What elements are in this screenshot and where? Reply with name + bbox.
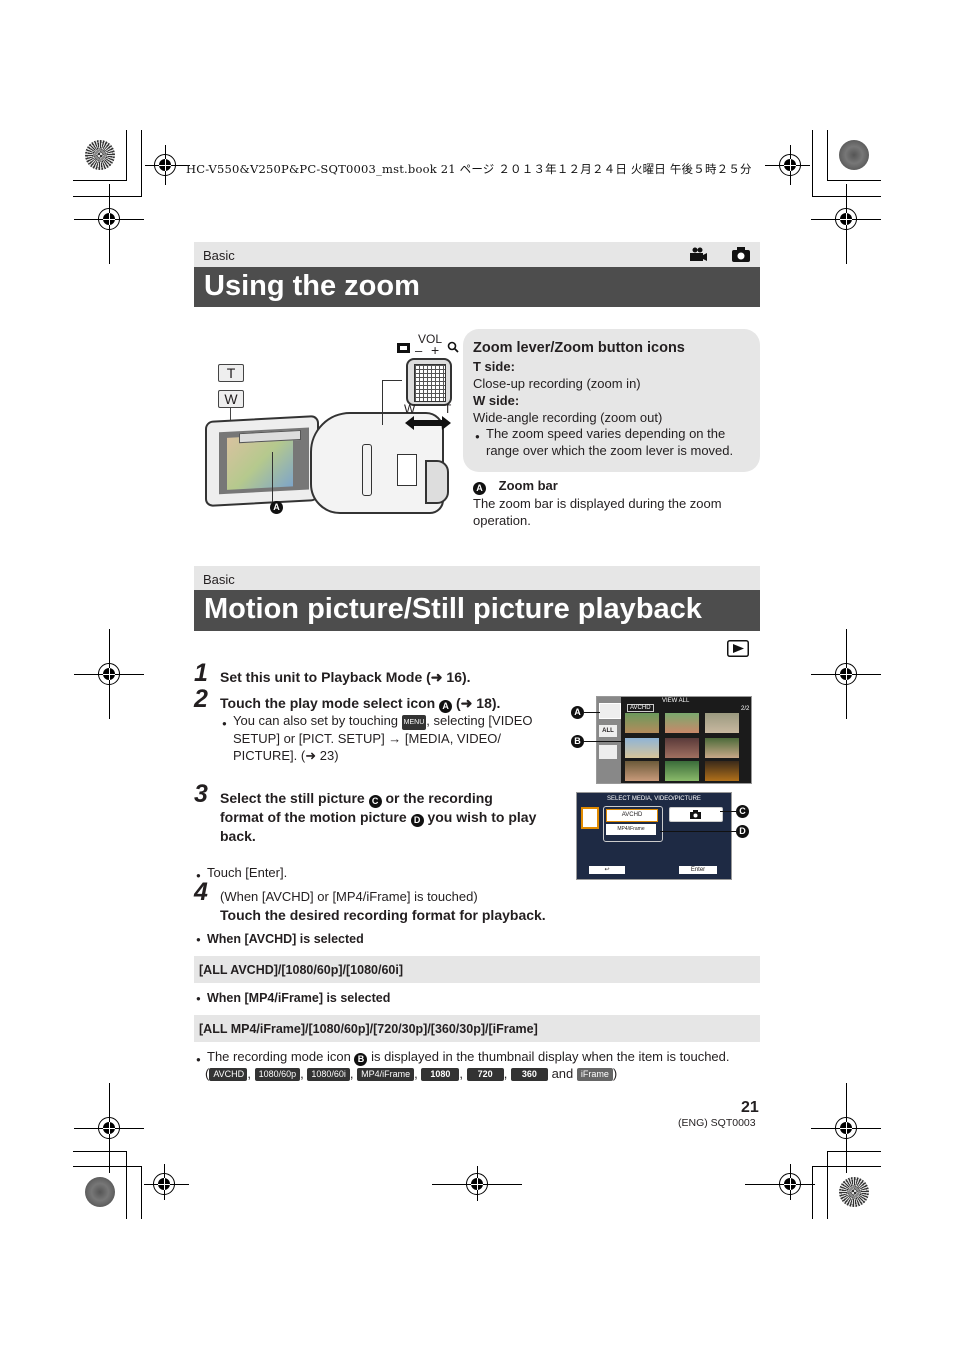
w-side-text: Wide-angle recording (zoom out): [473, 410, 663, 425]
play-mode-select-icon: [599, 703, 621, 719]
mp4-iframe-button: MP4/iFrame: [606, 824, 656, 835]
color-target-icon: [839, 1177, 869, 1207]
1080-60p-badge: 1080/60p: [254, 1068, 301, 1081]
marker-c: C: [368, 795, 382, 808]
step-2-bullet: You can also set by touching MENU, selec…: [222, 712, 543, 764]
play-mode-icon: [727, 640, 749, 657]
zoom-bar-note: A Zoom bar The zoom bar is displayed dur…: [473, 477, 758, 529]
zoom-lever: [406, 358, 452, 406]
marker-d: D: [410, 814, 424, 827]
w-side-label: W side:: [473, 393, 520, 408]
recording-mode-note: The recording mode icon B is displayed i…: [196, 1048, 757, 1068]
t-side-label: T side:: [473, 359, 515, 374]
mp4-options: [ALL MP4/iFrame]/[1080/60p]/[720/30p]/[3…: [199, 1022, 538, 1036]
t-side-text: Close-up recording (zoom in): [473, 376, 641, 391]
lever-w-label: W: [404, 402, 416, 416]
section-category-bar: Basic: [194, 566, 760, 591]
enter-button: Enter: [679, 866, 717, 874]
zoom-icons-infobox: Zoom lever/Zoom button icons T side: Clo…: [463, 329, 760, 472]
section-category-bar: Basic: [194, 242, 760, 267]
wide-angle-icon: [397, 343, 410, 353]
page-indicator: 2/2: [741, 706, 750, 712]
view-all-screenshot: ALL VIEW ALL AVCHD 2/2: [596, 696, 752, 784]
zoom-speed-note: The zoom speed varies depending on the r…: [475, 425, 751, 459]
vol-minus: –: [415, 343, 423, 358]
telephoto-magnifier-icon: [447, 341, 459, 353]
double-arrow-icon: [405, 416, 451, 430]
recording-mode-badges: (AVCHD, 1080/60p, 1080/60i, MP4/iFrame, …: [205, 1066, 618, 1081]
avchd-options: [ALL AVCHD]/[1080/60p]/[1080/60i]: [199, 963, 403, 977]
1080-badge: 1080: [421, 1068, 460, 1081]
callout-a: A: [571, 706, 584, 719]
avchd-button: AVCHD: [606, 809, 658, 822]
callout-c: C: [736, 805, 749, 818]
note-text: The recording mode icon: [207, 1049, 351, 1064]
1080-60i-badge: 1080/60i: [307, 1068, 350, 1081]
360-badge: 360: [510, 1068, 548, 1081]
step-4-text: Touch the desired recording format for p…: [220, 907, 546, 923]
step-2-main: Touch the play mode select icon: [220, 695, 436, 711]
section-title: Motion picture/Still picture playback: [204, 593, 702, 625]
step-2-ref: (➜ 18).: [456, 695, 501, 711]
avchd-badge: AVCHD: [209, 1068, 248, 1081]
step-3-text: Select the still picture C or the record…: [220, 789, 540, 846]
iframe-badge: iFrame: [576, 1068, 613, 1081]
avchd-options-bar: [ALL AVCHD]/[1080/60p]/[1080/60i]: [194, 956, 760, 983]
mp4-iframe-badge: MP4/iFrame: [357, 1068, 415, 1081]
format-tag: AVCHD: [627, 704, 654, 712]
mp4-options-bar: [ALL MP4/iFrame]/[1080/60p]/[720/30p]/[3…: [194, 1015, 760, 1042]
step-number: 4: [194, 878, 208, 906]
zoom-bar-title: Zoom bar: [498, 478, 558, 493]
color-target-icon: [85, 1177, 115, 1207]
bullet-text: You can also set by touching: [233, 713, 399, 728]
select-media-screenshot: SELECT MEDIA, VIDEO/PICTURE AVCHD MP4/iF…: [576, 792, 732, 880]
section-category: Basic: [203, 248, 235, 263]
preview-image: [227, 434, 293, 490]
callout-a: A: [270, 501, 283, 514]
callout-b: B: [571, 735, 584, 748]
avchd-selected-note: When [AVCHD] is selected: [196, 932, 364, 946]
infobox-heading: Zoom lever/Zoom button icons: [473, 340, 685, 356]
screen-title: SELECT MEDIA, VIDEO/PICTURE: [607, 796, 701, 802]
step-3-part: Select the still picture: [220, 790, 365, 806]
step-4-condition: (When [AVCHD] or [MP4/iFrame] is touched…: [220, 889, 478, 904]
touch-enter-bullet: Touch [Enter].: [196, 864, 287, 884]
marker-a: A: [473, 482, 486, 495]
document-code: (ENG) SQT0003: [678, 1117, 756, 1129]
section-title-bar: Using the zoom: [194, 267, 760, 307]
still-camera-icon: [690, 810, 701, 819]
color-target-icon: [839, 140, 869, 170]
screen-title: VIEW ALL: [662, 698, 690, 704]
section-category: Basic: [203, 572, 235, 587]
all-button: ALL: [599, 725, 617, 737]
zoom-t-button-icon: T: [218, 364, 244, 382]
and-word: and: [551, 1066, 574, 1081]
step-number: 1: [194, 659, 208, 687]
step-number: 2: [194, 685, 208, 713]
back-button: ↩: [589, 866, 625, 874]
zoom-bar-text: The zoom bar is displayed during the zoo…: [473, 496, 722, 528]
callout-d: D: [736, 825, 749, 838]
section-title-bar: Motion picture/Still picture playback: [194, 590, 760, 631]
page-title: Using the zoom: [204, 270, 420, 302]
menu-icon: MENU: [401, 715, 427, 730]
page-number: 21: [741, 1099, 759, 1116]
step-2-text: Touch the play mode select icon A (➜ 18)…: [220, 694, 500, 713]
still-picture-button: [669, 807, 723, 822]
print-header: HC-V550&V250P&PC-SQT0003_mst.book 21 ページ…: [186, 162, 752, 176]
mp4-selected-note: When [MP4/iFrame] is selected: [196, 991, 390, 1005]
still-camera-icon: [732, 247, 750, 262]
color-target-icon: [85, 140, 115, 170]
step-number: 3: [194, 780, 208, 808]
movie-camera-icon: [690, 247, 707, 261]
lcd-monitor: [205, 415, 319, 507]
note-text: is displayed in the thumbnail display wh…: [371, 1049, 730, 1064]
lever-t-label: T: [444, 402, 452, 416]
zoom-w-button-icon: W: [218, 390, 244, 408]
vol-plus: +: [431, 342, 440, 358]
720-badge: 720: [466, 1068, 504, 1081]
step-1-text: Set this unit to Playback Mode (➜ 16).: [220, 669, 471, 685]
